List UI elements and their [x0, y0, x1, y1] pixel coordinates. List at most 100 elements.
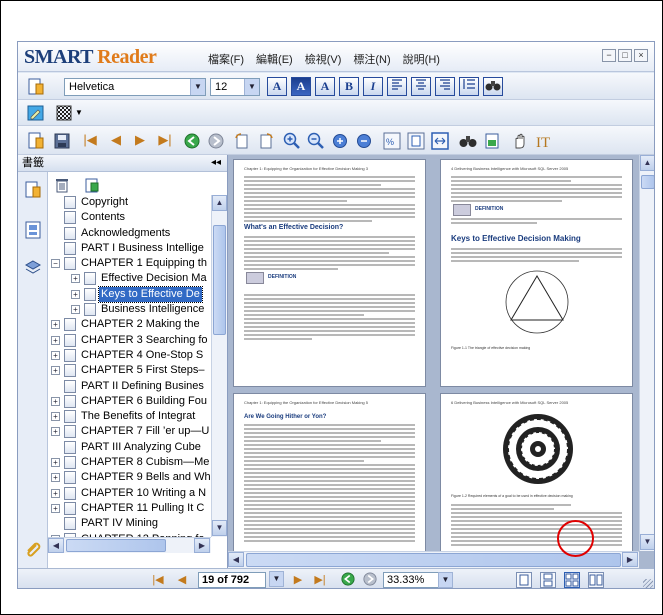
- find-binoculars-icon[interactable]: [483, 77, 503, 96]
- collapse-panel-icon[interactable]: ◂◂: [211, 155, 221, 171]
- align-center-icon[interactable]: [411, 77, 431, 96]
- continuous-layout-icon[interactable]: [540, 572, 556, 588]
- font-color-button[interactable]: A: [267, 77, 287, 96]
- bookmark-item[interactable]: + CHAPTER 11 Pulling It C: [48, 501, 211, 516]
- first-page-icon[interactable]: |◀: [80, 130, 100, 150]
- menu-file[interactable]: 檔案(F): [208, 51, 244, 67]
- bookmark-item[interactable]: + Keys to Effective De: [48, 285, 211, 303]
- hand-tool-icon[interactable]: [510, 131, 530, 151]
- font-family-select[interactable]: Helvetica ▼: [64, 78, 206, 96]
- bookmark-item[interactable]: + Effective Decision Ma: [48, 271, 211, 286]
- zoom-plus-circle-icon[interactable]: [330, 131, 350, 151]
- scroll-thumb[interactable]: [246, 553, 621, 567]
- expand-node-icon[interactable]: +: [51, 473, 60, 483]
- zoom-level-field[interactable]: 33.33% ▼: [383, 572, 453, 588]
- scroll-left-icon[interactable]: ◀: [228, 552, 244, 567]
- bookmark-page-icon[interactable]: [482, 131, 502, 151]
- add-bookmark-icon[interactable]: [82, 175, 102, 195]
- go-forward-icon[interactable]: [362, 572, 378, 588]
- previous-page-icon[interactable]: ◀: [174, 572, 190, 588]
- bookmark-item[interactable]: + CHAPTER 7 Fill ’er up—U: [48, 424, 211, 439]
- chevron-down-icon[interactable]: ▼: [190, 79, 205, 95]
- text-style-button[interactable]: A: [315, 77, 335, 96]
- scroll-up-icon[interactable]: ▲: [640, 155, 654, 171]
- bookmarks-vertical-scrollbar[interactable]: ▲ ▼: [211, 195, 227, 537]
- font-size-select[interactable]: 12 ▼: [210, 78, 260, 96]
- expand-node-icon[interactable]: +: [51, 350, 60, 360]
- menu-annotate[interactable]: 標注(N): [353, 51, 390, 67]
- minimize-button[interactable]: −: [602, 49, 616, 62]
- expand-node-icon[interactable]: +: [51, 366, 60, 376]
- chevron-down-icon[interactable]: ▼: [269, 571, 284, 587]
- scroll-down-icon[interactable]: ▼: [640, 534, 654, 550]
- previous-page-icon[interactable]: ◀: [106, 130, 126, 150]
- scroll-down-icon[interactable]: ▼: [212, 520, 227, 536]
- bookmark-item[interactable]: PART III Analyzing Cube: [48, 440, 211, 455]
- expand-node-icon[interactable]: +: [51, 427, 60, 437]
- bookmark-item[interactable]: − CHAPTER 1 Equipping th: [48, 256, 211, 271]
- go-back-icon[interactable]: [340, 572, 356, 588]
- open-file-icon[interactable]: [26, 131, 46, 151]
- go-forward-icon[interactable]: [206, 131, 226, 151]
- expand-node-icon[interactable]: +: [71, 289, 80, 299]
- collapse-node-icon[interactable]: −: [51, 259, 60, 269]
- expand-node-icon[interactable]: +: [51, 396, 60, 406]
- scroll-thumb[interactable]: [66, 539, 166, 552]
- menu-edit[interactable]: 編輯(E): [256, 51, 293, 67]
- facing-layout-icon[interactable]: [588, 572, 604, 588]
- document-page[interactable]: 6 Delivering Business Intelligence with …: [440, 393, 633, 553]
- last-page-icon[interactable]: ▶|: [312, 572, 328, 588]
- text-select-icon[interactable]: IT: [534, 131, 554, 151]
- expand-node-icon[interactable]: +: [51, 488, 60, 498]
- document-vertical-scrollbar[interactable]: ▲ ▼: [639, 155, 654, 551]
- bookmark-item[interactable]: PART I Business Intellige: [48, 241, 211, 256]
- fit-page-icon[interactable]: [406, 131, 426, 151]
- bookmark-item[interactable]: + The Benefits of Integrat: [48, 409, 211, 424]
- scroll-up-icon[interactable]: ▲: [212, 195, 227, 211]
- align-right-icon[interactable]: [435, 77, 455, 96]
- expand-node-icon[interactable]: +: [51, 458, 60, 468]
- bookmark-item[interactable]: + CHAPTER 6 Building Fou: [48, 394, 211, 409]
- bookmark-item[interactable]: + Business Intelligence: [48, 302, 211, 317]
- document-page[interactable]: 4 Delivering Business Intelligence with …: [440, 159, 633, 387]
- bookmark-item[interactable]: + CHAPTER 9 Bells and Wh: [48, 470, 211, 485]
- bookmark-item[interactable]: + CHAPTER 2 Making the: [48, 317, 211, 332]
- page-number-field[interactable]: 19 of 792: [198, 572, 266, 588]
- scroll-thumb[interactable]: [213, 225, 226, 335]
- scroll-left-icon[interactable]: ◀: [48, 538, 64, 553]
- next-page-icon[interactable]: ▶: [130, 130, 150, 150]
- bookmark-item[interactable]: PART II Defining Busines: [48, 379, 211, 394]
- rotate-left-icon[interactable]: [232, 131, 252, 151]
- resize-grip[interactable]: [643, 579, 653, 588]
- document-page[interactable]: Chapter 1: Equipping the Organization fo…: [233, 159, 426, 387]
- pattern-fill-icon[interactable]: [54, 103, 74, 123]
- chevron-down-icon[interactable]: ▼: [438, 572, 453, 588]
- fit-width-icon[interactable]: [430, 131, 450, 151]
- bookmark-item[interactable]: PART IV Mining: [48, 516, 211, 531]
- bookmark-item[interactable]: + CHAPTER 5 First Steps–: [48, 363, 211, 378]
- bookmark-item[interactable]: Acknowledgments: [48, 226, 211, 241]
- bookmark-item[interactable]: Copyright: [48, 195, 211, 210]
- rotate-right-icon[interactable]: [256, 131, 276, 151]
- scroll-right-icon[interactable]: ▶: [622, 552, 638, 567]
- bookmarks-tab-icon[interactable]: [23, 180, 43, 200]
- maximize-button[interactable]: □: [618, 49, 632, 62]
- thumbnails-tab-icon[interactable]: [23, 220, 43, 240]
- bookmarks-horizontal-scrollbar[interactable]: ◀ ▶: [48, 537, 211, 553]
- expand-node-icon[interactable]: +: [51, 320, 60, 330]
- layers-tab-icon[interactable]: [23, 258, 43, 278]
- last-page-icon[interactable]: ▶|: [155, 130, 175, 150]
- delete-bookmark-icon[interactable]: [52, 175, 72, 195]
- zoom-percent-icon[interactable]: %: [382, 131, 402, 151]
- line-spacing-icon[interactable]: [459, 77, 479, 96]
- annotation-tool-icon[interactable]: [26, 77, 46, 97]
- document-view[interactable]: Chapter 1: Equipping the Organization fo…: [228, 155, 654, 568]
- single-page-layout-icon[interactable]: [516, 572, 532, 588]
- zoom-out-icon[interactable]: [306, 131, 326, 151]
- menu-help[interactable]: 說明(H): [403, 51, 440, 67]
- bookmark-item[interactable]: Contents: [48, 210, 211, 225]
- document-page[interactable]: Chapter 1: Equipping the Organization fo…: [233, 393, 426, 553]
- expand-node-icon[interactable]: +: [51, 412, 60, 422]
- chevron-down-icon[interactable]: ▼: [244, 79, 259, 95]
- expand-node-icon[interactable]: +: [51, 335, 60, 345]
